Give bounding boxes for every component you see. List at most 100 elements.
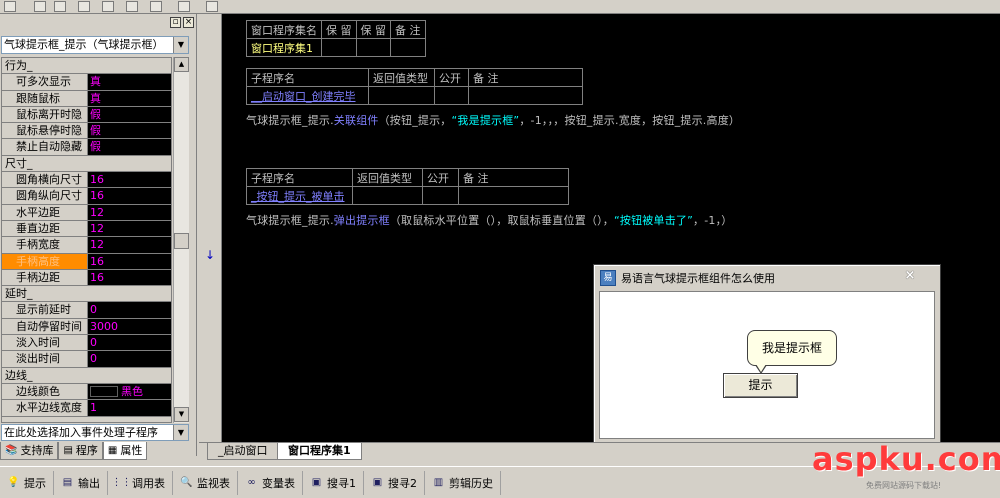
button-label: 搜寻2 [388, 476, 417, 490]
close-icon[interactable]: × [183, 17, 194, 28]
object-selector[interactable]: 气球提示框_提示（气球提示框） ▼ [1, 36, 189, 54]
scroll-down-icon[interactable]: ▼ [174, 407, 189, 422]
property-row[interactable]: 手柄边距 16 [2, 269, 171, 287]
property-value[interactable]: 16 [88, 269, 171, 286]
search2-icon: ▣ [372, 477, 383, 488]
property-value[interactable]: 3000 [88, 318, 171, 335]
table-cell[interactable] [355, 38, 391, 57]
property-row[interactable]: 淡入时间 0 [2, 335, 171, 352]
property-row[interactable]: 显示前延时 0 [2, 302, 171, 319]
property-value[interactable]: 16 [88, 188, 171, 204]
close-icon[interactable]: × [902, 268, 918, 284]
toolbar-icon[interactable] [126, 1, 138, 12]
variable-button[interactable]: ∞ 变量表 [238, 470, 303, 495]
toolbar-icon[interactable] [78, 1, 90, 12]
property-category[interactable]: 尺寸_ [2, 155, 171, 173]
tab-program[interactable]: ▤ 程序 [58, 442, 103, 460]
property-row[interactable]: 手柄高度 16 [2, 253, 171, 270]
property-row[interactable]: 淡出时间 0 [2, 351, 171, 368]
hint-button[interactable]: 提示 [723, 373, 798, 398]
property-value[interactable]: 假 [88, 123, 171, 139]
property-row[interactable]: 边线颜色 黑色 [2, 383, 171, 401]
popup-titlebar[interactable]: 易 易语言气球提示框组件怎么使用 × [596, 267, 938, 289]
property-row[interactable]: 圆角纵向尺寸 16 [2, 188, 171, 205]
table-cell[interactable] [368, 86, 435, 105]
property-category[interactable]: 行为_ [2, 58, 171, 75]
property-row[interactable]: 禁止自动隐藏假 [2, 139, 171, 156]
toolbar-icon[interactable] [54, 1, 66, 12]
property-value[interactable]: 假 [88, 106, 171, 123]
property-row[interactable]: 圆角横向尺寸 16 [2, 172, 171, 189]
chevron-down-icon[interactable]: ▼ [173, 37, 188, 53]
call-table-button[interactable]: ⋮⋮ 调用表 [108, 470, 173, 495]
watch-button[interactable]: 🔍 监视表 [173, 470, 238, 495]
toolbar-icon[interactable] [206, 1, 218, 12]
table-cell[interactable] [468, 86, 583, 105]
property-row[interactable]: 鼠标悬停时隐假 [2, 123, 171, 140]
property-value[interactable]: 0 [88, 335, 171, 351]
table-cell[interactable] [352, 186, 423, 205]
assembly-table: 窗口程序集名 保 留 保 留 备 注 窗口程序集1 [246, 20, 426, 57]
property-row[interactable]: 水平边线宽度 1 [2, 400, 171, 417]
assembly-name[interactable]: 窗口程序集1 [246, 38, 322, 57]
color-swatch [90, 386, 118, 398]
property-value[interactable]: 真 [88, 74, 171, 90]
tab-library[interactable]: 📚 支持库 [0, 442, 59, 460]
tab-startup-window[interactable]: _启动窗口 [207, 443, 279, 460]
property-name: 水平边距 [2, 204, 88, 220]
clip-history-button[interactable]: ▥ 剪辑历史 [425, 470, 501, 495]
property-row[interactable]: 鼠标离开时隐假 [2, 106, 171, 124]
bulb-button[interactable]: 💡 提示 [0, 470, 54, 495]
search1-button[interactable]: ▣ 搜寻1 [303, 470, 364, 495]
property-value[interactable]: 0 [88, 302, 171, 318]
table-cell[interactable] [422, 186, 459, 205]
tab-window-assembly[interactable]: 窗口程序集1 [277, 443, 362, 460]
property-row[interactable]: 自动停留时间 3000 [2, 318, 171, 336]
property-category[interactable]: 延时_ [2, 286, 171, 303]
table-cell[interactable] [434, 86, 469, 105]
toolbar-icon[interactable] [150, 1, 162, 12]
property-value[interactable]: 假 [88, 139, 171, 155]
property-value[interactable]: 16 [88, 172, 171, 188]
tab-property[interactable]: ▦ 属性 [102, 442, 148, 460]
subroutine-name[interactable]: __启动窗口_创建完毕 [246, 86, 369, 105]
search2-button[interactable]: ▣ 搜寻2 [364, 470, 425, 495]
restore-icon[interactable]: ▫ [170, 17, 181, 28]
table-cell[interactable] [390, 38, 426, 57]
chevron-down-icon[interactable]: ▼ [173, 425, 188, 440]
event-selector[interactable]: 在此处选择加入事件处理子程序 ▼ [1, 424, 189, 441]
property-value[interactable]: 12 [88, 204, 171, 220]
property-row[interactable]: 水平边距 12 [2, 204, 171, 221]
tab-label: 支持库 [20, 444, 54, 457]
table-header: 公开 [434, 68, 469, 87]
toolbar-icon[interactable] [4, 1, 16, 12]
toolbar-icon[interactable] [34, 1, 46, 12]
code-line[interactable]: 气球提示框_提示.弹出提示框（取鼠标水平位置（），取鼠标垂直位置（），“按钮被单… [246, 212, 732, 228]
property-value[interactable]: 0 [88, 351, 171, 367]
toolbar-icon[interactable] [102, 1, 114, 12]
output-button[interactable]: ▤ 输出 [54, 470, 108, 495]
toolbar-icon[interactable] [178, 1, 190, 12]
code-line[interactable]: 气球提示框_提示.关联组件（按钮_提示，“我是提示框”，-1，，，按钮_提示.宽… [246, 112, 740, 128]
subroutine-name[interactable]: _按钮_提示_被单击 [246, 186, 353, 205]
code-method: 关联组件 [333, 114, 379, 127]
property-row[interactable]: 手柄宽度 12 [2, 237, 171, 254]
table-cell[interactable] [458, 186, 569, 205]
property-row[interactable]: 垂直边距 12 [2, 220, 171, 238]
code-args: （按钮_提示， [378, 114, 452, 127]
property-value[interactable]: 12 [88, 220, 171, 237]
property-value[interactable]: 真 [88, 90, 171, 106]
button-label: 调用表 [132, 476, 165, 490]
property-row[interactable]: 跟随鼠标真 [2, 90, 171, 107]
property-row[interactable]: 可多次显示真 [2, 74, 171, 91]
table-cell[interactable] [321, 38, 357, 57]
property-value[interactable]: 1 [88, 400, 171, 416]
scroll-thumb[interactable] [174, 233, 189, 249]
category-label: 行为_ [2, 58, 171, 74]
property-category[interactable]: 边线_ [2, 367, 171, 384]
scroll-up-icon[interactable]: ▲ [174, 57, 189, 72]
property-value[interactable]: 黑色 [88, 383, 171, 400]
property-scrollbar[interactable]: ▲ ▼ [173, 57, 189, 423]
property-value[interactable]: 12 [88, 237, 171, 253]
property-value[interactable]: 16 [88, 253, 171, 269]
